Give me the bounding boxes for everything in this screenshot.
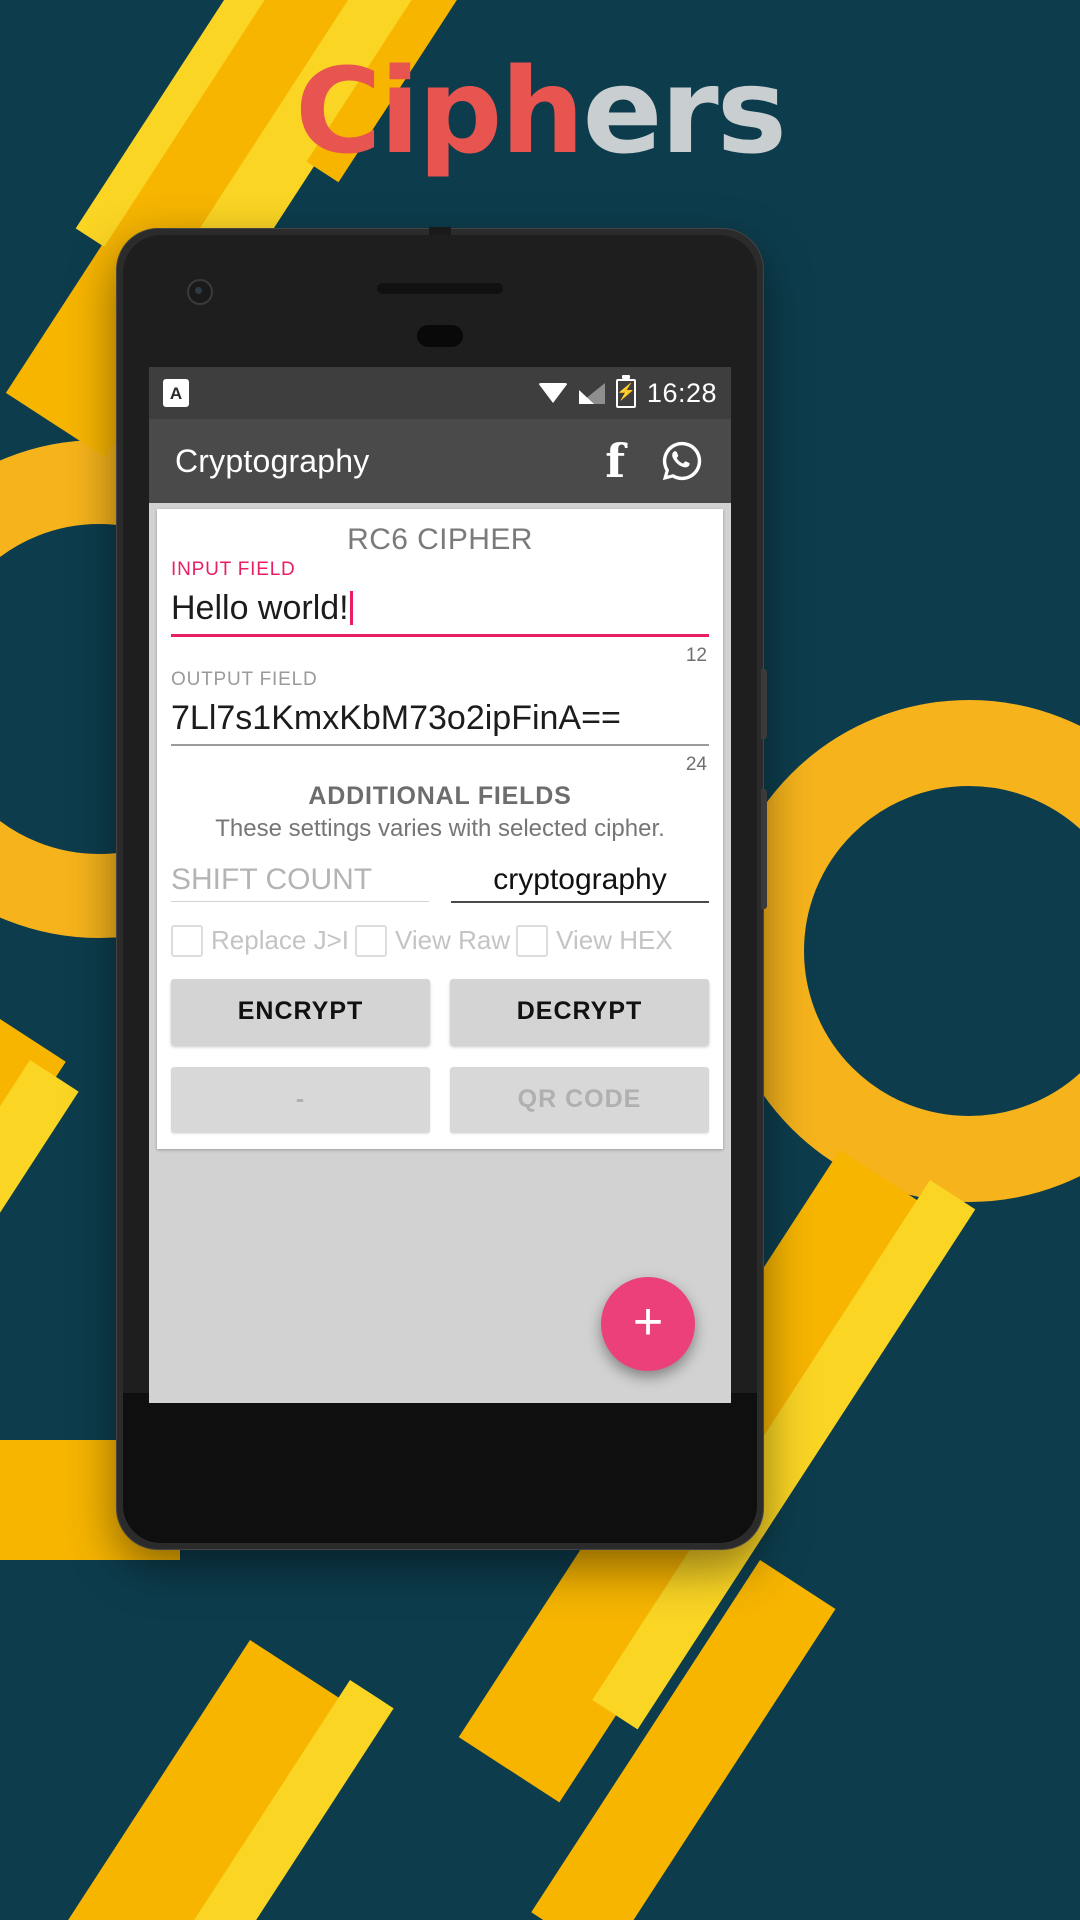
checkbox-icon [355,924,388,957]
app-bar-actions: f [605,438,705,484]
checkbox-view-raw[interactable]: View Raw [355,924,511,957]
add-cipher-fab[interactable]: + [601,1277,695,1371]
deco-stripe-6 [0,1060,79,1444]
status-bar-right: ⚡ 16:28 [537,374,717,409]
additional-inputs-row: SHIFT COUNT cryptography [171,843,709,903]
checkbox-label: View HEX [556,925,673,955]
phone-top-bezel [123,235,757,359]
key-field-value: cryptography [493,862,667,896]
signal-icon [578,382,605,404]
output-char-counter: 24 [685,753,707,775]
checkbox-replace-j-i[interactable]: Replace J>I [171,924,350,957]
phone-screen: A ⚡ 16:28 Cryptography f RC6 CIPHER INPU… [149,367,731,1403]
poster-title: Ciphers [0,52,1080,170]
poster-title-part2: ers [582,42,787,180]
shift-count-underline [171,900,429,902]
phone-volume-button [761,789,767,909]
phone-power-button [761,669,767,739]
qr-code-button[interactable]: QR CODE [450,1066,709,1133]
action-button-row-1: ENCRYPT DECRYPT [171,957,709,1045]
plus-icon: + [632,1293,664,1351]
output-field-label: OUTPUT FIELD [171,669,318,690]
output-field-value[interactable]: 7Ll7s1KmxKbM73o2ipFinA== [171,691,709,744]
input-field-label: INPUT FIELD [171,559,296,580]
secondary-action-button[interactable]: - [171,1066,430,1133]
input-field-value-wrap[interactable]: Hello world! [171,581,709,634]
screen-content: RC6 CIPHER INPUT FIELD Hello world! 12 O… [149,509,731,1403]
key-field[interactable]: cryptography [451,863,709,903]
front-camera-icon [187,279,213,305]
cipher-card: RC6 CIPHER INPUT FIELD Hello world! 12 O… [157,509,723,1149]
status-bar: A ⚡ 16:28 [149,367,731,419]
additional-fields-title: ADDITIONAL FIELDS [308,781,572,810]
input-field-value: Hello world! [171,589,349,627]
poster-title-part1: Ciph [295,42,585,180]
app-bar: Cryptography f [149,419,731,503]
facebook-icon[interactable]: f [605,438,625,484]
battery-bolt-icon: ⚡ [615,384,636,401]
action-button-row-2: - QR CODE [171,1045,709,1133]
shift-count-placeholder: SHIFT COUNT [171,862,373,896]
additional-fields-subtitle: These settings varies with selected ciph… [215,814,665,842]
deco-ring-right [718,700,1080,1202]
app-title: Cryptography [175,442,370,479]
phone-bottom-bezel [123,1393,757,1543]
battery-charging-icon: ⚡ [615,374,636,408]
phone-mockup: A ⚡ 16:28 Cryptography f RC6 CIPHER INPU… [116,227,767,1550]
cipher-title: RC6 CIPHER [347,523,533,556]
checkbox-view-hex[interactable]: View HEX [516,924,673,957]
status-bar-left: A [163,379,538,407]
decrypt-button[interactable]: DECRYPT [450,978,709,1045]
input-char-counter: 12 [685,645,707,666]
status-bar-clock: 16:28 [646,377,717,408]
whatsapp-icon[interactable] [659,438,705,484]
wifi-icon [537,383,568,403]
phone-body: A ⚡ 16:28 Cryptography f RC6 CIPHER INPU… [123,235,757,1543]
proximity-sensor [417,325,463,347]
checkbox-label: View Raw [395,925,511,955]
key-field-underline [451,900,709,903]
text-caret [349,591,353,625]
shift-count-field[interactable]: SHIFT COUNT [171,863,429,903]
checkbox-icon [516,924,549,957]
checkbox-label: Replace J>I [211,925,350,955]
notification-icon: A [163,379,189,407]
options-checkbox-row: Replace J>I View Raw View HEX [171,903,709,957]
encrypt-button[interactable]: ENCRYPT [171,978,430,1045]
checkbox-icon [171,924,203,957]
earpiece-speaker [377,283,503,294]
